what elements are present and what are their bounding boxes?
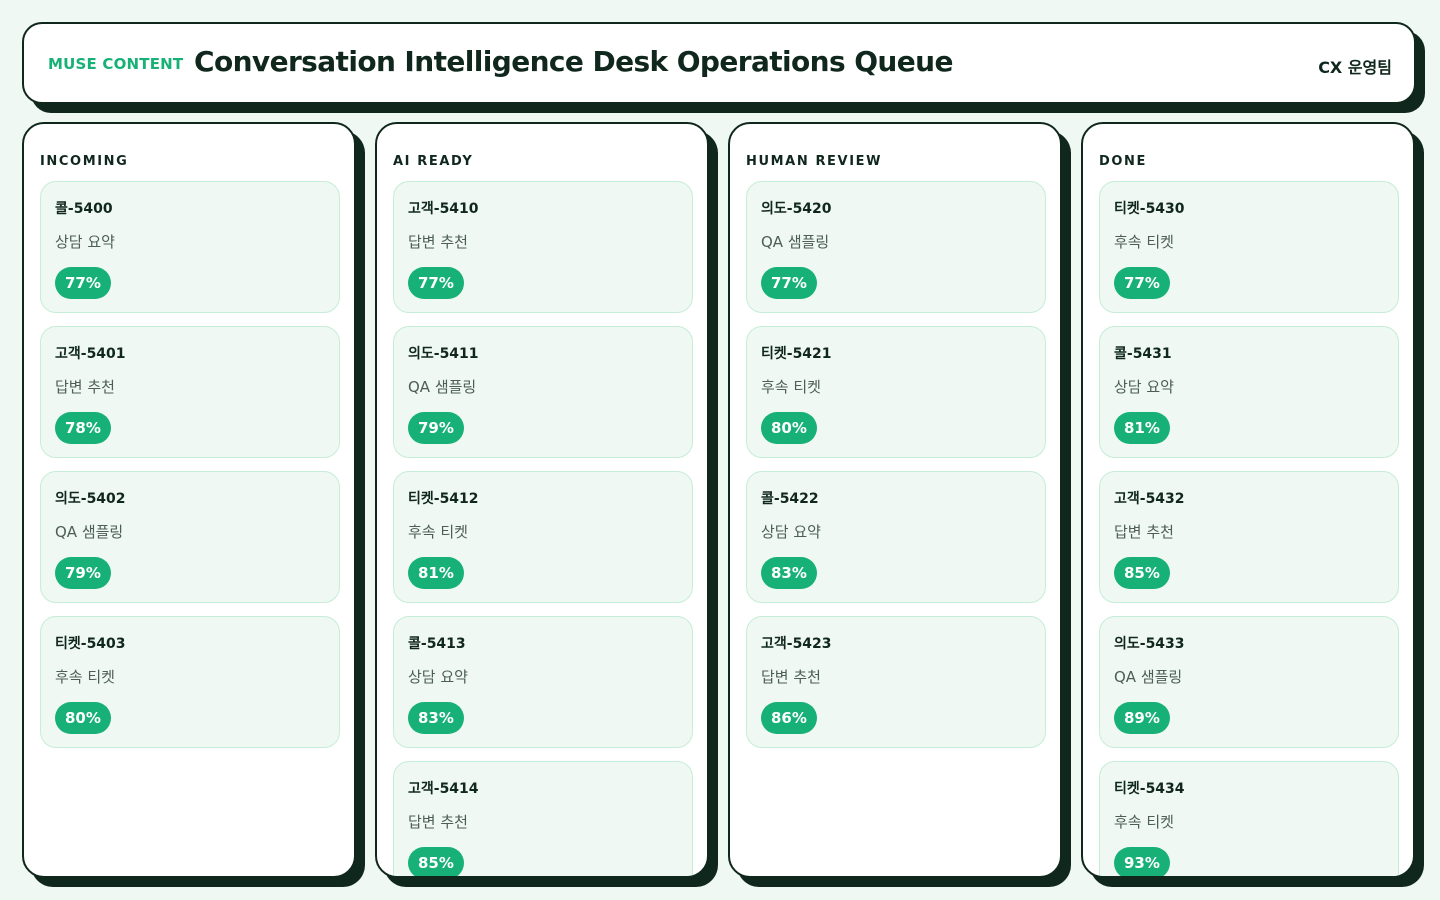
column-title: DONE xyxy=(1099,154,1148,169)
queue-card[interactable]: 콜-5400 상담 요약 77% xyxy=(40,181,340,313)
score-badge: 77% xyxy=(761,267,817,299)
card-label: 상담 요약 xyxy=(408,668,468,686)
score-badge: 86% xyxy=(761,702,817,734)
card-id: 콜-5422 xyxy=(761,491,819,507)
queue-card[interactable]: 고객-5414 답변 추천 85% xyxy=(393,761,693,876)
queue-card[interactable]: 콜-5422 상담 요약 83% xyxy=(746,471,1046,603)
card-label: 답변 추천 xyxy=(55,378,115,396)
score-badge: 77% xyxy=(408,267,464,299)
column-ai-ready: AI READY 고객-5410 답변 추천 77% 의도-5411 QA 샘플링 79% 티… xyxy=(375,122,709,878)
score-badge: 78% xyxy=(55,412,111,444)
card-list: 의도-5420 QA 샘플링 77% 티켓-5421 후속 티켓 80% 콜-5422 상담 … xyxy=(746,181,1046,761)
card-label: QA 샘플링 xyxy=(1114,668,1183,686)
brand-label: MUSE CONTENT xyxy=(48,55,184,73)
card-id: 고객-5432 xyxy=(1114,491,1185,507)
page-header: MUSE CONTENT Conversation Intelligence D… xyxy=(22,22,1416,104)
queue-card[interactable]: 티켓-5403 후속 티켓 80% xyxy=(40,616,340,748)
card-id: 티켓-5434 xyxy=(1114,781,1185,797)
score-badge: 77% xyxy=(55,267,111,299)
card-label: 후속 티켓 xyxy=(761,378,821,396)
score-badge: 81% xyxy=(408,557,464,589)
card-label: QA 샘플링 xyxy=(761,233,830,251)
score-badge: 85% xyxy=(1114,557,1170,589)
column-title: INCOMING xyxy=(40,154,129,169)
card-label: 후속 티켓 xyxy=(55,668,115,686)
queue-card[interactable]: 고객-5401 답변 추천 78% xyxy=(40,326,340,458)
card-label: 상담 요약 xyxy=(761,523,821,541)
column-done: DONE 티켓-5430 후속 티켓 77% 콜-5431 상담 요약 81% 고객-5432… xyxy=(1081,122,1415,878)
queue-card[interactable]: 의도-5433 QA 샘플링 89% xyxy=(1099,616,1399,748)
score-badge: 79% xyxy=(55,557,111,589)
queue-card[interactable]: 티켓-5434 후속 티켓 93% xyxy=(1099,761,1399,876)
queue-card[interactable]: 고객-5410 답변 추천 77% xyxy=(393,181,693,313)
queue-card[interactable]: 의도-5411 QA 샘플링 79% xyxy=(393,326,693,458)
page-title: Conversation Intelligence Desk Operation… xyxy=(194,45,953,78)
queue-card[interactable]: 고객-5423 답변 추천 86% xyxy=(746,616,1046,748)
card-label: 답변 추천 xyxy=(1114,523,1174,541)
score-badge: 93% xyxy=(1114,847,1170,876)
queue-card[interactable]: 티켓-5421 후속 티켓 80% xyxy=(746,326,1046,458)
column-human-review: HUMAN REVIEW 의도-5420 QA 샘플링 77% 티켓-5421 후속 티켓… xyxy=(728,122,1062,878)
queue-card[interactable]: 고객-5432 답변 추천 85% xyxy=(1099,471,1399,603)
queue-card[interactable]: 티켓-5412 후속 티켓 81% xyxy=(393,471,693,603)
card-id: 콜-5400 xyxy=(55,201,113,217)
card-id: 고객-5414 xyxy=(408,781,479,797)
card-label: QA 샘플링 xyxy=(408,378,477,396)
card-list: 콜-5400 상담 요약 77% 고객-5401 답변 추천 78% 의도-5402 QA 샘… xyxy=(40,181,340,761)
card-label: QA 샘플링 xyxy=(55,523,124,541)
card-label: 답변 추천 xyxy=(408,233,468,251)
card-id: 의도-5402 xyxy=(55,491,126,507)
team-label: CX 운영팀 xyxy=(1318,58,1392,77)
card-id: 콜-5413 xyxy=(408,636,466,652)
score-badge: 81% xyxy=(1114,412,1170,444)
card-id: 티켓-5430 xyxy=(1114,201,1185,217)
score-badge: 80% xyxy=(55,702,111,734)
card-id: 고객-5410 xyxy=(408,201,479,217)
card-id: 의도-5411 xyxy=(408,346,479,362)
card-id: 콜-5431 xyxy=(1114,346,1172,362)
card-label: 후속 티켓 xyxy=(1114,813,1174,831)
card-id: 고객-5401 xyxy=(55,346,126,362)
column-incoming: INCOMING 콜-5400 상담 요약 77% 고객-5401 답변 추천 78% 의도-… xyxy=(22,122,356,878)
score-badge: 77% xyxy=(1114,267,1170,299)
column-title: HUMAN REVIEW xyxy=(746,154,883,169)
card-label: 답변 추천 xyxy=(761,668,821,686)
card-list: 고객-5410 답변 추천 77% 의도-5411 QA 샘플링 79% 티켓-5412 후속… xyxy=(393,181,693,876)
score-badge: 79% xyxy=(408,412,464,444)
card-list: 티켓-5430 후속 티켓 77% 콜-5431 상담 요약 81% 고객-5432 답변 추… xyxy=(1099,181,1399,876)
card-label: 후속 티켓 xyxy=(408,523,468,541)
card-id: 의도-5420 xyxy=(761,201,832,217)
card-label: 후속 티켓 xyxy=(1114,233,1174,251)
queue-card[interactable]: 의도-5402 QA 샘플링 79% xyxy=(40,471,340,603)
score-badge: 85% xyxy=(408,847,464,876)
score-badge: 83% xyxy=(761,557,817,589)
column-title: AI READY xyxy=(393,154,474,169)
queue-card[interactable]: 의도-5420 QA 샘플링 77% xyxy=(746,181,1046,313)
queue-card[interactable]: 티켓-5430 후속 티켓 77% xyxy=(1099,181,1399,313)
score-badge: 80% xyxy=(761,412,817,444)
card-label: 답변 추천 xyxy=(408,813,468,831)
score-badge: 89% xyxy=(1114,702,1170,734)
card-id: 티켓-5412 xyxy=(408,491,479,507)
queue-card[interactable]: 콜-5413 상담 요약 83% xyxy=(393,616,693,748)
card-id: 의도-5433 xyxy=(1114,636,1185,652)
queue-card[interactable]: 콜-5431 상담 요약 81% xyxy=(1099,326,1399,458)
card-id: 티켓-5403 xyxy=(55,636,126,652)
card-label: 상담 요약 xyxy=(55,233,115,251)
score-badge: 83% xyxy=(408,702,464,734)
card-label: 상담 요약 xyxy=(1114,378,1174,396)
card-id: 티켓-5421 xyxy=(761,346,832,362)
card-id: 고객-5423 xyxy=(761,636,832,652)
